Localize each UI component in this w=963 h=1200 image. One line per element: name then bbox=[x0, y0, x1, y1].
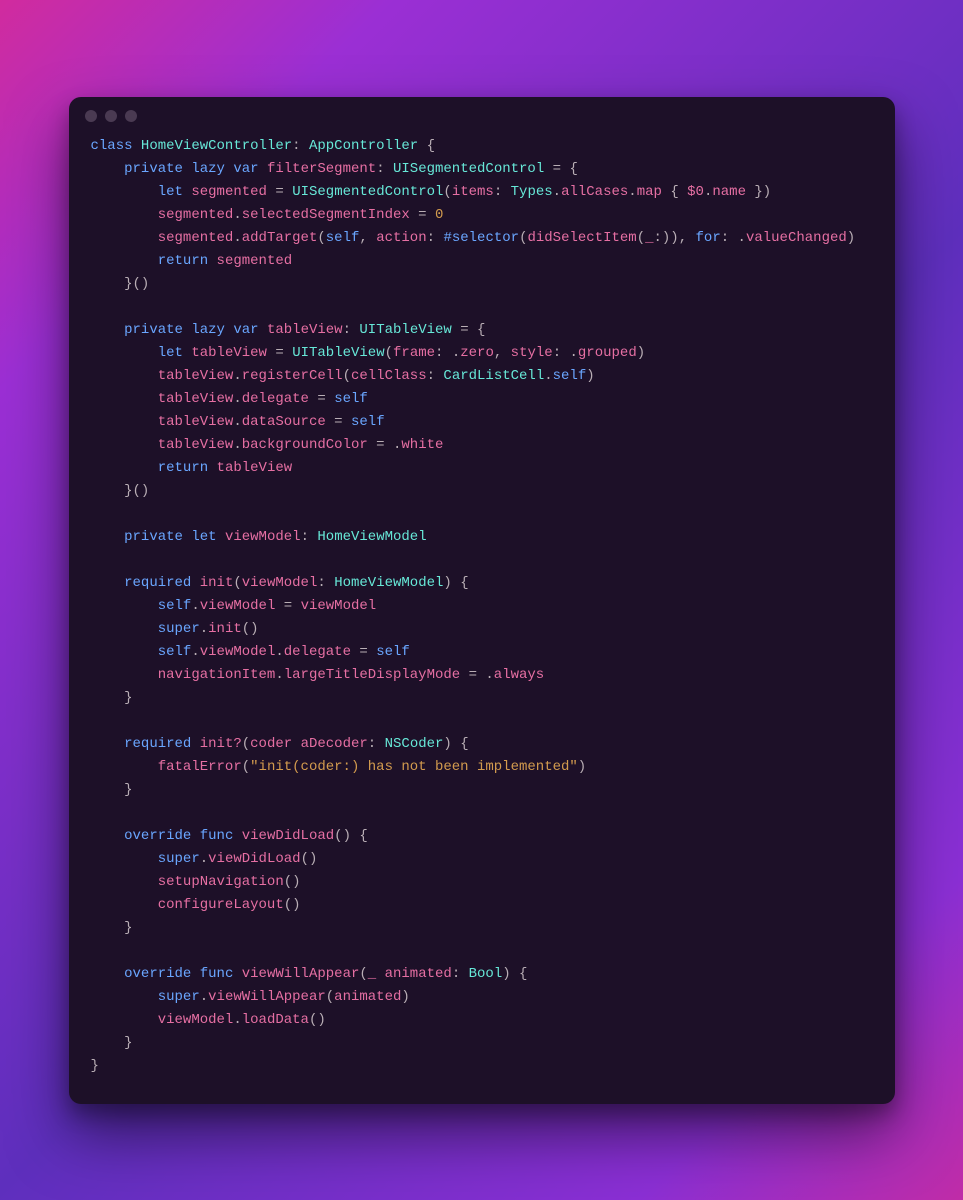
code-line: let segmented = UISegmentedControl(items… bbox=[91, 184, 772, 200]
code-editor[interactable]: class HomeViewController: AppController … bbox=[69, 135, 895, 1078]
code-line: let tableView = UITableView(frame: .zero… bbox=[91, 345, 646, 361]
code-line: }() bbox=[91, 276, 150, 292]
code-line: fatalError("init(coder:) has not been im… bbox=[91, 759, 587, 775]
code-line: class HomeViewController: AppController … bbox=[91, 138, 436, 154]
code-line: private let viewModel: HomeViewModel bbox=[91, 529, 427, 545]
code-line: super.viewDidLoad() bbox=[91, 851, 318, 867]
traffic-light-close-icon[interactable] bbox=[85, 110, 97, 122]
traffic-light-zoom-icon[interactable] bbox=[125, 110, 137, 122]
code-line: tableView.dataSource = self bbox=[91, 414, 385, 430]
code-line: } bbox=[91, 690, 133, 706]
code-line: viewModel.loadData() bbox=[91, 1012, 326, 1028]
code-line: private lazy var tableView: UITableView … bbox=[91, 322, 486, 338]
window-titlebar bbox=[69, 97, 895, 135]
code-line: configureLayout() bbox=[91, 897, 301, 913]
code-line: return tableView bbox=[91, 460, 293, 476]
code-line: navigationItem.largeTitleDisplayMode = .… bbox=[91, 667, 545, 683]
code-line: super.init() bbox=[91, 621, 259, 637]
code-line: required init(viewModel: HomeViewModel) … bbox=[91, 575, 469, 591]
code-line: required init?(coder aDecoder: NSCoder) … bbox=[91, 736, 469, 752]
code-line: tableView.backgroundColor = .white bbox=[91, 437, 444, 453]
code-line: segmented.addTarget(self, action: #selec… bbox=[91, 230, 856, 246]
code-line: self.viewModel.delegate = self bbox=[91, 644, 410, 660]
code-line: segmented.selectedSegmentIndex = 0 bbox=[91, 207, 444, 223]
code-line: setupNavigation() bbox=[91, 874, 301, 890]
code-line: tableView.registerCell(cellClass: CardLi… bbox=[91, 368, 595, 384]
code-line: } bbox=[91, 920, 133, 936]
traffic-light-minimize-icon[interactable] bbox=[105, 110, 117, 122]
code-line: return segmented bbox=[91, 253, 293, 269]
code-line: private lazy var filterSegment: UISegmen… bbox=[91, 161, 578, 177]
code-line: }() bbox=[91, 483, 150, 499]
code-line: tableView.delegate = self bbox=[91, 391, 368, 407]
code-line: } bbox=[91, 1035, 133, 1051]
code-line: super.viewWillAppear(animated) bbox=[91, 989, 410, 1005]
code-line: self.viewModel = viewModel bbox=[91, 598, 377, 614]
code-line: } bbox=[91, 1058, 99, 1074]
code-line: override func viewDidLoad() { bbox=[91, 828, 368, 844]
code-line: override func viewWillAppear(_ animated:… bbox=[91, 966, 528, 982]
code-line: } bbox=[91, 782, 133, 798]
code-window: class HomeViewController: AppController … bbox=[69, 97, 895, 1104]
